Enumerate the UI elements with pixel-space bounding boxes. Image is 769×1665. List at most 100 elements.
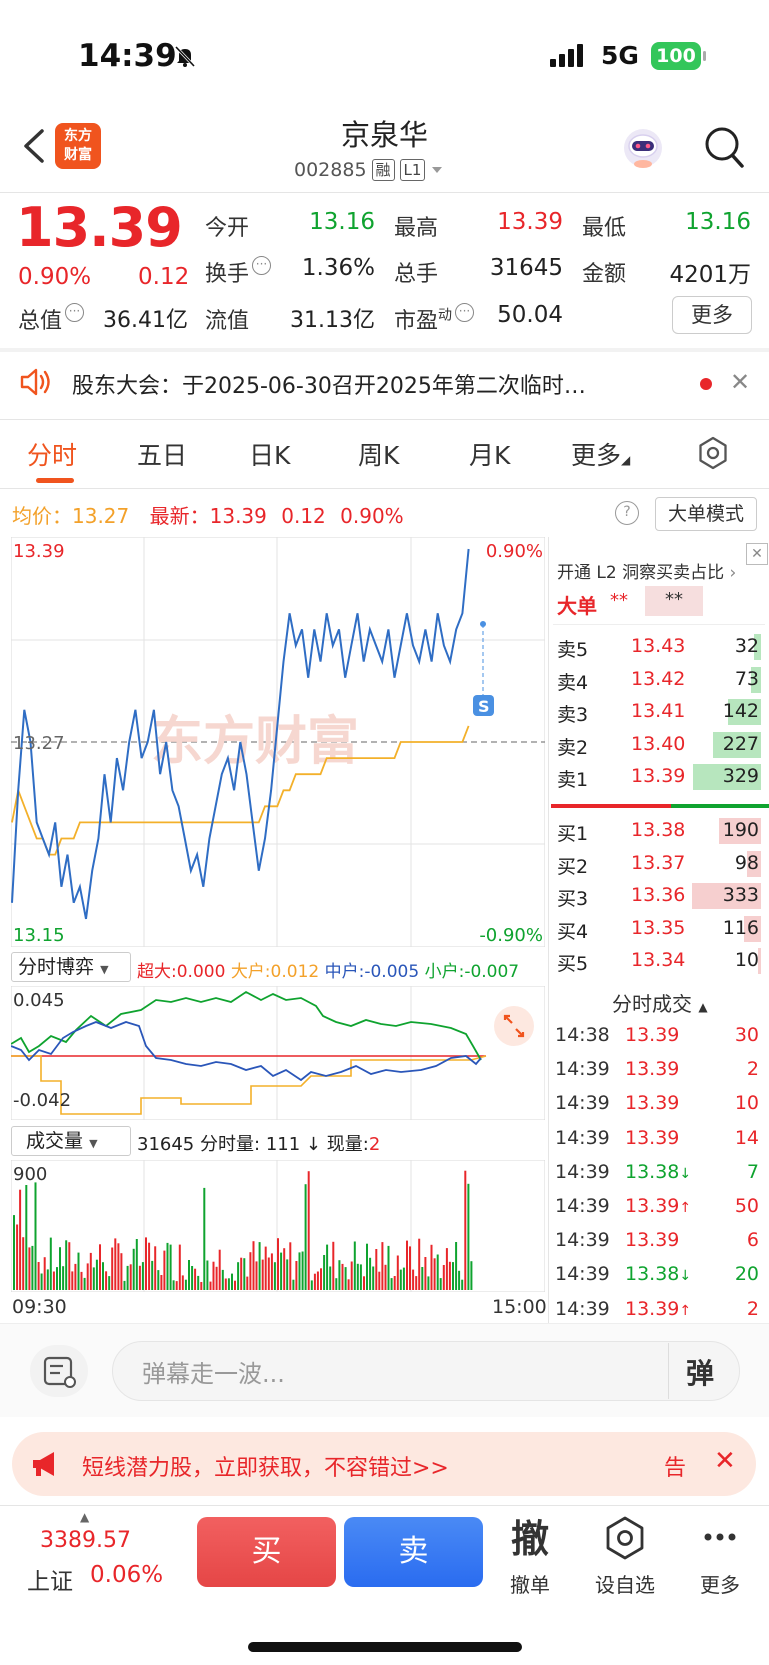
bid-ask-ratio-bar [551,804,769,808]
trade-volume: 6 [746,1229,759,1252]
volume-bar [412,1269,415,1290]
tab-more[interactable]: 更多◢ [571,436,630,472]
sell-button[interactable]: 卖 [344,1517,483,1587]
volume-bar [200,1282,203,1290]
volume-panel-legend: 31645 分时量: 111 ↓ 现量:2 [137,1130,380,1156]
more-menu-button[interactable]: 更多 [680,1515,760,1598]
large-value: 0.012 [270,962,320,982]
tab-weekly-k[interactable]: 周K [358,436,399,472]
volume-chart[interactable]: 900 [11,1160,545,1292]
trade-price-value: 13.39 [625,1229,680,1252]
close-icon[interactable]: ✕ [746,543,768,565]
divider [553,624,765,625]
ad-close-icon[interactable]: ✕ [714,1446,736,1476]
trades-title[interactable]: 分时成交 ▲ [612,988,708,1017]
latest-label: 最新： [149,504,210,528]
status-bar: 14:39 5G 100 [0,0,769,110]
bid-label: 买1 [557,823,589,845]
danmu-list-icon [43,1356,76,1388]
settings-gear-icon[interactable] [696,436,730,470]
volume-bar [424,1257,427,1290]
add-watchlist-button[interactable]: 设自选 [585,1515,665,1598]
ai-assistant-icon[interactable] [620,126,666,172]
trade-price: 13.39 [625,1024,679,1046]
large-label: 大户: [230,962,271,982]
speaker-icon [20,368,50,396]
ad-text[interactable]: 短线潜力股，立即获取，不容错过>> [82,1450,449,1482]
trade-time: 14:38 [555,1024,610,1046]
volume-bar [369,1257,372,1290]
volume-bar [86,1263,89,1290]
ask-row[interactable]: 卖4 13.42 73 [555,664,761,696]
big-order-mode-button[interactable]: 大单模式 [655,497,757,531]
help-icon[interactable]: ? [615,501,639,525]
volume-bar [56,1267,58,1290]
trade-arrow: ↓ [679,1165,692,1182]
ask-row[interactable]: 卖1 13.39 329 [555,761,761,793]
game-panel-selector[interactable]: 分时博弈 ▼ [11,952,131,982]
info-icon[interactable]: ··· [65,303,85,322]
info-icon[interactable]: ··· [455,303,475,322]
volume-bar [375,1249,378,1290]
intraday-chart[interactable]: 东方财富 S 13.39 13.27 13.15 0.90% -0.90% [11,537,545,947]
signal-marker-dot [480,621,486,627]
caret-up-icon: ▲ [80,1510,90,1524]
volume-panel-title: 成交量 [26,1130,84,1152]
bid-row[interactable]: 买4 13.35 116 [555,913,761,945]
trade-volume: 50 [734,1195,759,1217]
volume-bar [427,1276,430,1290]
notice-text[interactable]: 股东大会：于2025-06-30召开2025年第二次临时… [72,368,682,400]
avg-value: 13.27 [72,504,130,528]
buy-button[interactable]: 买 [197,1517,336,1587]
index-name[interactable]: 上证 [27,1562,73,1596]
l2-upsell[interactable]: 开通 L2 洞察买卖占比 › [557,558,736,583]
bid-price: 13.38 [631,819,686,841]
ask-row[interactable]: 卖2 13.40 227 [555,729,761,761]
index-pct[interactable]: 0.06% [90,1562,163,1588]
info-icon[interactable]: ··· [252,256,272,275]
pe-label-text: 市盈 [394,309,439,334]
cancel-order-button[interactable]: 撤 撤单 [490,1515,570,1598]
volume-bar [99,1244,101,1290]
tab-five-day[interactable]: 五日 [137,436,187,472]
trade-price: 13.39 [625,1092,679,1114]
volume-bar [129,1264,132,1290]
ask-row[interactable]: 卖3 13.41 142 [555,696,761,728]
volume-panel-selector[interactable]: 成交量 ▼ [11,1126,131,1156]
tab-daily-k[interactable]: 日K [249,436,290,472]
money-flow-chart[interactable]: 0.045 -0.042 [11,986,545,1120]
bid-row[interactable]: 买2 13.37 98 [555,848,761,880]
danmu-list-button[interactable] [30,1345,88,1397]
bid-row[interactable]: 买3 13.36 333 [555,880,761,912]
bid-label: 买2 [557,855,589,878]
volume-bar [320,1268,322,1290]
quote-more-button[interactable]: 更多 [672,296,752,334]
volume-bar [332,1241,335,1290]
search-icon[interactable] [703,125,745,169]
index-value[interactable]: 3389.57 [40,1528,131,1553]
notice-close-icon[interactable]: ✕ [730,368,750,396]
tab-active-indicator [36,478,74,483]
volume-bar [445,1248,448,1290]
ask-row[interactable]: 卖5 13.43 32 [555,631,761,663]
volume-bar [249,1252,252,1290]
trade-time: 14:39 [555,1058,610,1081]
trade-volume: 20 [734,1263,759,1286]
bid-row[interactable]: 买5 13.34 10 [555,945,761,977]
volume-bar [77,1252,80,1290]
tab-monthly-k[interactable]: 月K [469,436,510,472]
volume-bar [467,1183,470,1290]
volume-bar [270,1253,273,1290]
danmu-toggle-button[interactable]: 弹 [686,1352,714,1392]
battery-tip [703,51,706,61]
volume-bar [326,1244,329,1290]
volume-bar [387,1245,390,1290]
bid-row[interactable]: 买1 13.38 190 [555,815,761,847]
amount-label: 金额 [582,262,627,287]
volume-bar [209,1281,212,1290]
mid-value: -0.005 [364,962,420,982]
stock-code-row[interactable]: 002885 融 L1 [294,159,444,181]
network-type: 5G [601,41,639,70]
tab-intraday[interactable]: 分时 [27,436,77,472]
volume-bar [329,1266,332,1290]
